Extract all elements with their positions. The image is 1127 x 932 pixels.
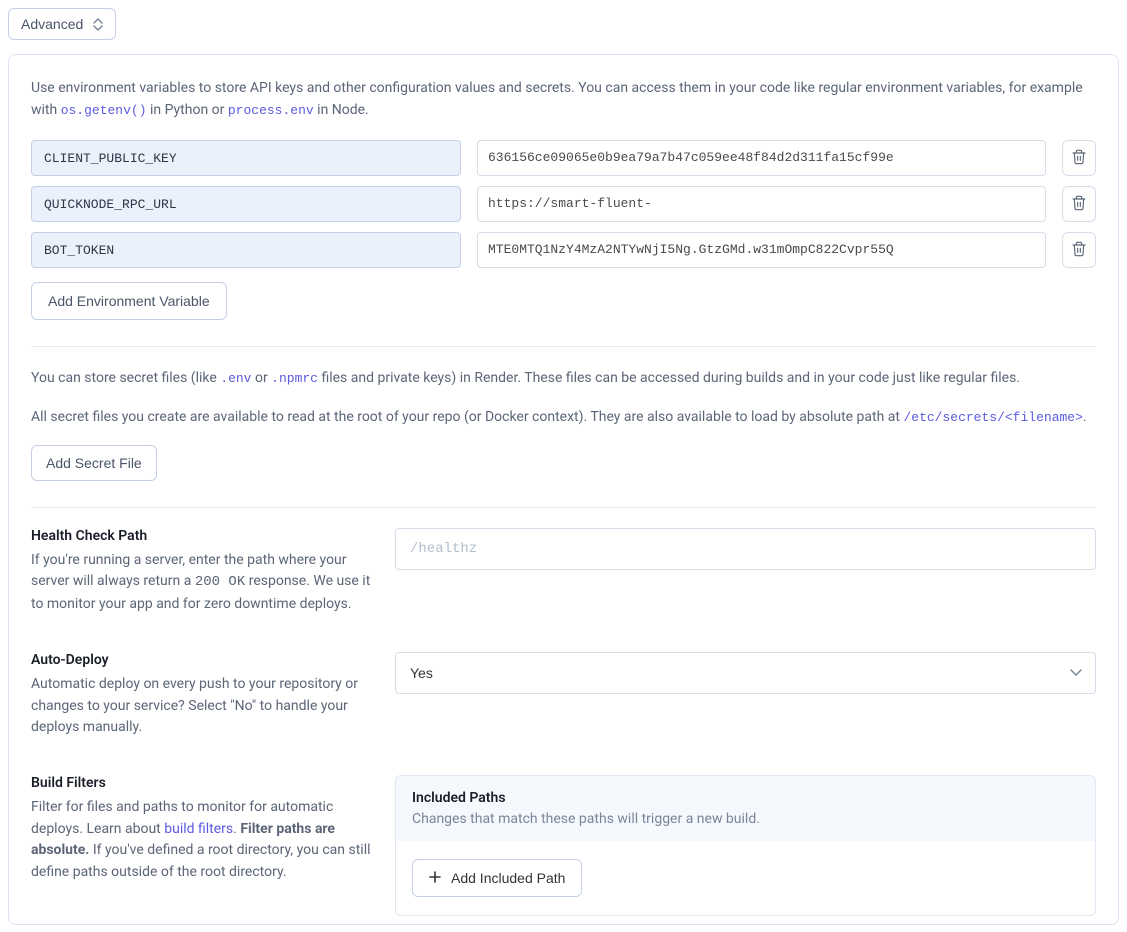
secret-files-para-2: All secret files you create are availabl…	[31, 406, 1096, 429]
delete-env-button[interactable]	[1062, 232, 1096, 268]
auto-deploy-select[interactable]: Yes	[395, 652, 1096, 694]
auto-deploy-title: Auto-Deploy	[31, 652, 371, 668]
env-intro: Use environment variables to store API k…	[31, 77, 1096, 122]
env-variable-row	[31, 140, 1096, 176]
divider	[31, 346, 1096, 347]
add-included-path-button[interactable]: Add Included Path	[412, 859, 582, 897]
advanced-toggle-button[interactable]: Advanced	[8, 8, 116, 40]
delete-env-button[interactable]	[1062, 186, 1096, 222]
included-paths-panel: Included Paths Changes that match these …	[395, 775, 1096, 916]
health-check-title: Health Check Path	[31, 528, 371, 544]
health-check-setting: Health Check Path If you're running a se…	[31, 528, 1096, 616]
auto-deploy-setting: Auto-Deploy Automatic deploy on every pu…	[31, 652, 1096, 739]
env-variable-row	[31, 186, 1096, 222]
add-env-variable-button[interactable]: Add Environment Variable	[31, 282, 227, 320]
env-key-input[interactable]	[31, 186, 461, 222]
secret-files-para-1: You can store secret files (like .env or…	[31, 367, 1096, 390]
included-paths-title: Included Paths	[412, 790, 1079, 806]
trash-icon	[1071, 241, 1087, 260]
env-value-input[interactable]	[477, 232, 1046, 268]
divider	[31, 507, 1096, 508]
env-key-input[interactable]	[31, 232, 461, 268]
plus-icon	[429, 870, 441, 886]
delete-env-button[interactable]	[1062, 140, 1096, 176]
build-filters-title: Build Filters	[31, 775, 371, 791]
advanced-label: Advanced	[21, 16, 83, 32]
env-key-input[interactable]	[31, 140, 461, 176]
env-variable-row	[31, 232, 1096, 268]
add-secret-file-button[interactable]: Add Secret File	[31, 445, 157, 481]
build-filters-link[interactable]: build filters	[164, 821, 233, 837]
env-value-input[interactable]	[477, 186, 1046, 222]
included-paths-desc: Changes that match these paths will trig…	[412, 811, 1079, 827]
health-check-input[interactable]	[395, 528, 1096, 570]
env-value-input[interactable]	[477, 140, 1046, 176]
build-filters-setting: Build Filters Filter for files and paths…	[31, 775, 1096, 916]
chevron-collapse-icon	[93, 18, 103, 31]
advanced-panel: Use environment variables to store API k…	[8, 54, 1119, 925]
trash-icon	[1071, 149, 1087, 168]
auto-deploy-desc: Automatic deploy on every push to your r…	[31, 674, 371, 739]
env-variable-list	[31, 140, 1096, 268]
trash-icon	[1071, 195, 1087, 214]
health-check-desc: If you're running a server, enter the pa…	[31, 550, 371, 616]
